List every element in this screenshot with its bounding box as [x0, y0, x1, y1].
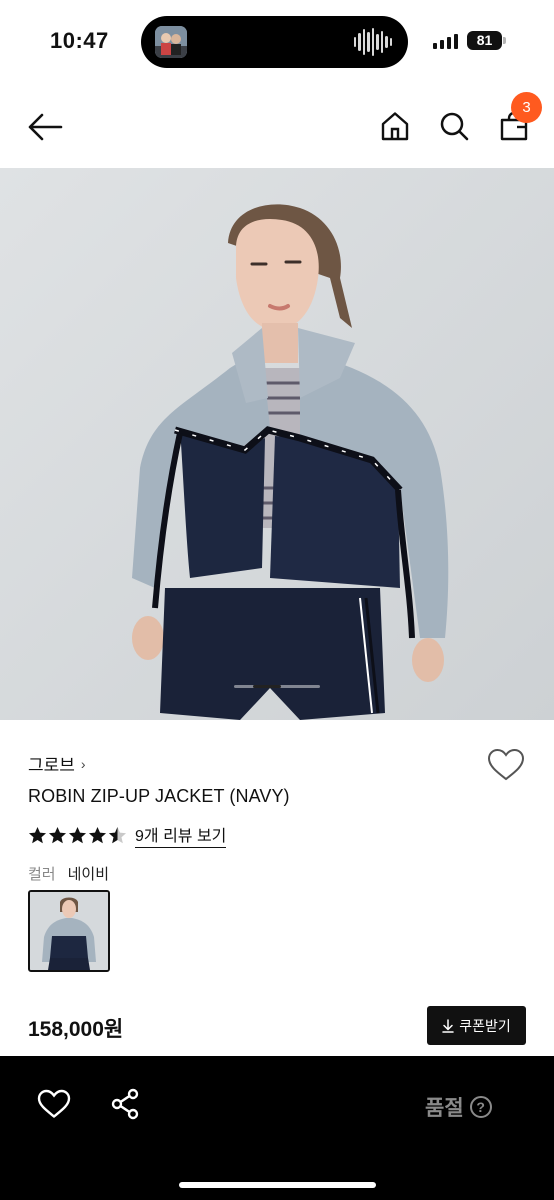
rating-row: 9개 리뷰 보기 [28, 822, 227, 848]
option-label: 컬러 [28, 866, 56, 883]
sold-out-status: 품절 ? [425, 1092, 492, 1122]
chevron-right-icon: › [80, 755, 86, 772]
star-rating [28, 826, 127, 845]
star-full-icon [68, 826, 87, 843]
home-indicator[interactable] [179, 1182, 376, 1188]
search-icon [440, 112, 469, 141]
star-full-icon [48, 826, 67, 843]
product-image-carousel[interactable] [0, 168, 554, 720]
bottom-action-bar: 품절 ? [0, 1056, 554, 1200]
product-photo [0, 168, 554, 720]
back-button[interactable] [24, 106, 66, 148]
color-swatch-navy[interactable] [28, 890, 110, 972]
heart-outline-icon [487, 748, 525, 781]
heart-outline-icon [37, 1089, 71, 1119]
product-name: ROBIN ZIP-UP JACKET (NAVY) [28, 786, 290, 806]
carousel-indicator-thumb [253, 685, 281, 688]
battery-tip [503, 37, 506, 44]
cart-count-badge: 3 [511, 92, 542, 123]
star-half-icon [108, 826, 127, 843]
swatch-thumbnail [30, 892, 108, 970]
search-button[interactable] [436, 106, 472, 146]
wishlist-button[interactable] [487, 748, 525, 784]
bottom-wishlist-button[interactable] [37, 1089, 71, 1121]
coupon-button-label: 쿠폰받기 [459, 1017, 511, 1034]
audio-wave-icon [353, 28, 392, 56]
status-time: 10:47 [50, 28, 109, 53]
coupon-button[interactable]: 쿠폰받기 [427, 1006, 526, 1045]
brand-link[interactable]: 그로브 › [28, 751, 86, 776]
top-nav-bar [0, 84, 554, 168]
review-link[interactable]: 9개 리뷰 보기 [135, 822, 227, 848]
now-playing-thumbnail [155, 26, 187, 58]
download-icon [442, 1018, 454, 1033]
color-option-row: 컬러 네이비 [28, 863, 109, 884]
share-button[interactable] [110, 1088, 142, 1122]
star-full-icon [88, 826, 107, 843]
status-bar: 10:47 81 [0, 0, 554, 84]
cellular-signal-icon [433, 33, 458, 49]
product-price: 158,000원 [28, 1018, 124, 1041]
star-full-icon [28, 826, 47, 843]
question-icon[interactable]: ? [469, 1096, 492, 1118]
sold-out-label: 품절 [425, 1097, 464, 1120]
arrow-left-icon [28, 113, 63, 141]
home-icon [381, 112, 409, 141]
home-button[interactable] [376, 106, 414, 146]
battery-icon: 81 [467, 31, 502, 50]
dynamic-island [141, 16, 408, 68]
share-icon [111, 1088, 139, 1120]
carousel-indicator [234, 685, 320, 688]
brand-name: 그로브 [28, 756, 75, 775]
option-value: 네이비 [67, 866, 110, 883]
